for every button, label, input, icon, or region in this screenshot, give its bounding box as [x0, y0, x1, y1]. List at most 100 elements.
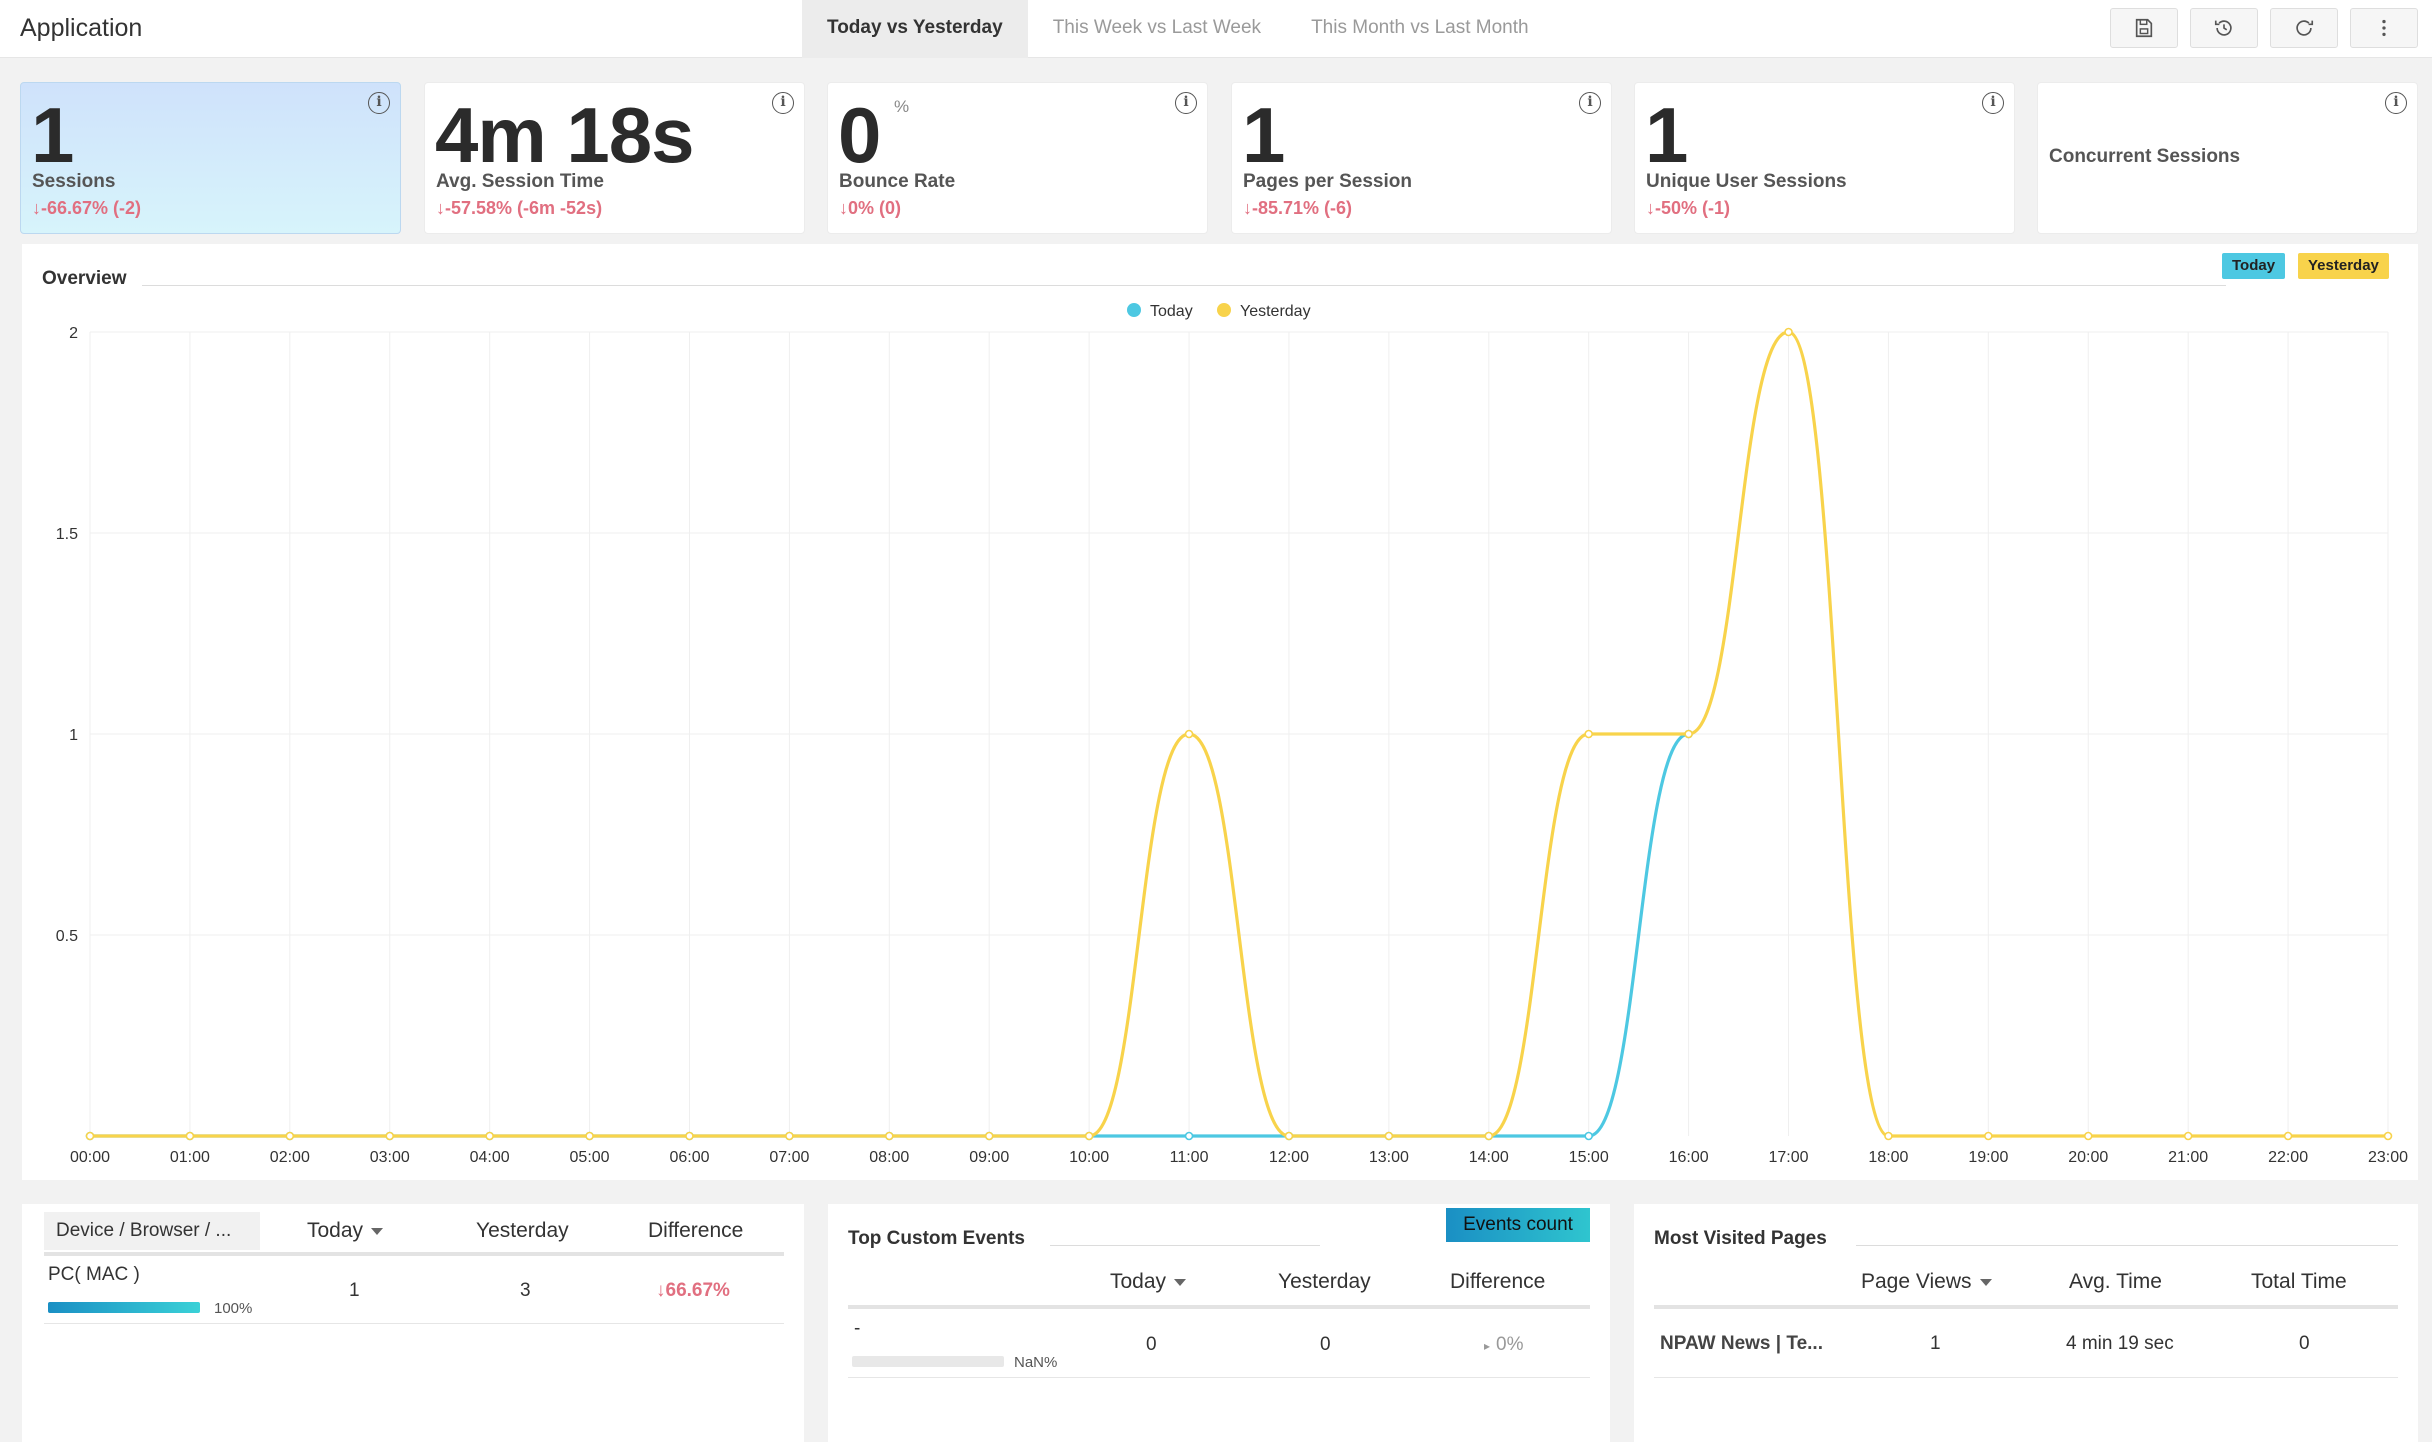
sort-down-icon: [1979, 1278, 1992, 1286]
most-visited-title: Most Visited Pages: [1654, 1228, 1827, 1249]
info-icon[interactable]: i: [772, 92, 794, 114]
history-icon: [2214, 20, 2232, 36]
kpi-label: Bounce Rate: [839, 171, 956, 192]
kpi-delta: ↓-50% (-1): [1646, 198, 1731, 218]
data-point: [485, 1131, 494, 1141]
arrow-down-icon: ↓: [32, 198, 41, 218]
x-tick-label: 18:00: [1868, 1149, 1908, 1166]
col-avg-time[interactable]: Avg. Time: [2069, 1270, 2162, 1294]
x-tick-label: 23:00: [2368, 1149, 2408, 1166]
info-icon[interactable]: i: [1175, 92, 1197, 114]
data-point: [585, 1131, 594, 1141]
share-bar: [852, 1356, 1004, 1367]
col-device[interactable]: Device / Browser / ...: [56, 1220, 231, 1242]
info-icon[interactable]: i: [1982, 92, 2004, 114]
x-tick-label: 11:00: [1170, 1149, 1209, 1166]
data-point: [185, 1131, 195, 1141]
header-divider: [44, 1252, 784, 1256]
data-point: [1184, 1131, 1194, 1141]
data-point: [1584, 1131, 1593, 1141]
info-icon[interactable]: i: [1579, 92, 1601, 114]
kpi-label: Pages per Session: [1243, 171, 1412, 192]
col-yesterday[interactable]: Yesterday: [476, 1219, 569, 1243]
data-point: [385, 1131, 395, 1141]
save-button[interactable]: [2110, 8, 2178, 48]
data-point: [1584, 729, 1593, 739]
refresh-icon: [2296, 20, 2314, 36]
x-tick-label: 20:00: [2068, 1149, 2108, 1166]
data-point: [2383, 1131, 2393, 1141]
data-point: [1884, 1131, 1893, 1141]
save-icon: [2135, 18, 2153, 38]
refresh-button[interactable]: [2270, 8, 2338, 48]
x-tick-label: 05:00: [570, 1149, 610, 1166]
data-point: [1184, 729, 1194, 739]
kpi-value: 1: [1645, 91, 1688, 179]
x-tick-label: 19:00: [1968, 1149, 2008, 1166]
kpi-value: 4m 18s: [435, 91, 695, 179]
data-point: [1284, 1131, 1294, 1141]
period-tabs: Today vs Yesterday This Week vs Last Wee…: [802, 0, 1554, 58]
event-name: -: [854, 1318, 861, 1339]
kpi-pages-per-session[interactable]: 1 Pages per Session ↓-85.71% (-6) i: [1231, 82, 1612, 234]
x-tick-label: 04:00: [470, 1149, 510, 1166]
x-tick-label: 01:00: [170, 1149, 210, 1166]
yesterday-value: 3: [520, 1280, 531, 1301]
kpi-delta: ↓0% (0): [839, 198, 902, 218]
devices-panel: Device / Browser / ... Today Yesterday D…: [22, 1204, 804, 1442]
col-yesterday[interactable]: Yesterday: [1278, 1270, 1371, 1294]
kpi-unit: %: [894, 97, 910, 116]
kpi-label: Concurrent Sessions: [2049, 146, 2241, 167]
kpi-value: 0: [838, 91, 881, 179]
x-tick-label: 16:00: [1669, 1149, 1709, 1166]
overview-panel: Overview Today Yesterday 0.5 1 1.5 2 00:00 01…: [22, 244, 2418, 1180]
kpi-sessions[interactable]: 1 Sessions ↓-66.67% (-2) i: [20, 82, 401, 234]
arrow-down-icon: ↓: [436, 198, 445, 218]
data-point: [85, 1131, 95, 1141]
kpi-unique-user-sessions[interactable]: 1 Unique User Sessions ↓-50% (-1) i: [1634, 82, 2015, 234]
header-divider: [1654, 1305, 2398, 1309]
today-value: 0: [1146, 1334, 1157, 1355]
x-tick-label: 21:00: [2168, 1149, 2208, 1166]
legend-marker: [1127, 303, 1141, 317]
kpi-label: Avg. Session Time: [436, 171, 604, 192]
x-tick-label: 03:00: [370, 1149, 410, 1166]
tab-month-vs-last-month[interactable]: This Month vs Last Month: [1286, 0, 1554, 58]
kpi-bounce-rate[interactable]: 0 % Bounce Rate ↓0% (0) i: [827, 82, 1208, 234]
page-views-value: 1: [1930, 1333, 1941, 1354]
data-point: [1984, 1131, 1993, 1141]
kpi-concurrent-sessions[interactable]: Concurrent Sessions i: [2037, 82, 2418, 234]
history-button[interactable]: [2190, 8, 2258, 48]
events-count-button[interactable]: Events count: [1446, 1208, 1590, 1242]
x-tick-label: 14:00: [1469, 1149, 1509, 1166]
x-tick-label: 17:00: [1768, 1149, 1808, 1166]
tab-today-vs-yesterday[interactable]: Today vs Yesterday: [802, 0, 1028, 58]
divider: [1856, 1245, 2398, 1246]
legend-label: Yesterday: [1240, 303, 1311, 320]
row-divider: [848, 1377, 1590, 1378]
col-today[interactable]: Today: [1110, 1270, 1187, 1294]
info-icon[interactable]: i: [2385, 92, 2407, 114]
arrow-down-icon: ↓: [1243, 198, 1252, 218]
col-difference[interactable]: Difference: [1450, 1270, 1545, 1294]
kpi-delta: ↓-57.58% (-6m -52s): [436, 198, 603, 218]
data-point: [685, 1131, 694, 1141]
kpi-avg-session-time[interactable]: 4m 18s Avg. Session Time ↓-57.58% (-6m -…: [424, 82, 805, 234]
col-today[interactable]: Today: [307, 1219, 384, 1243]
header-divider: [848, 1305, 1590, 1309]
divider: [1050, 1245, 1320, 1246]
tab-week-vs-last-week[interactable]: This Week vs Last Week: [1028, 0, 1286, 58]
more-options-button[interactable]: [2350, 8, 2418, 48]
col-total-time[interactable]: Total Time: [2251, 1270, 2347, 1294]
difference-value: ▸ 0%: [1484, 1334, 1524, 1355]
data-point: [2283, 1131, 2293, 1141]
info-icon[interactable]: i: [368, 92, 390, 114]
x-tick-label: 00:00: [70, 1149, 110, 1166]
col-page-views[interactable]: Page Views: [1861, 1270, 1992, 1294]
arrow-down-icon: ↓: [839, 198, 848, 218]
data-point: [785, 1131, 794, 1141]
data-point: [1684, 729, 1693, 739]
overview-line-chart: 0.5 1 1.5 2 00:00 01:00 02:00 03:00 04:00 05:00 06…: [56, 303, 2408, 1166]
col-difference[interactable]: Difference: [648, 1219, 743, 1243]
share-percent: NaN%: [1014, 1354, 1058, 1371]
